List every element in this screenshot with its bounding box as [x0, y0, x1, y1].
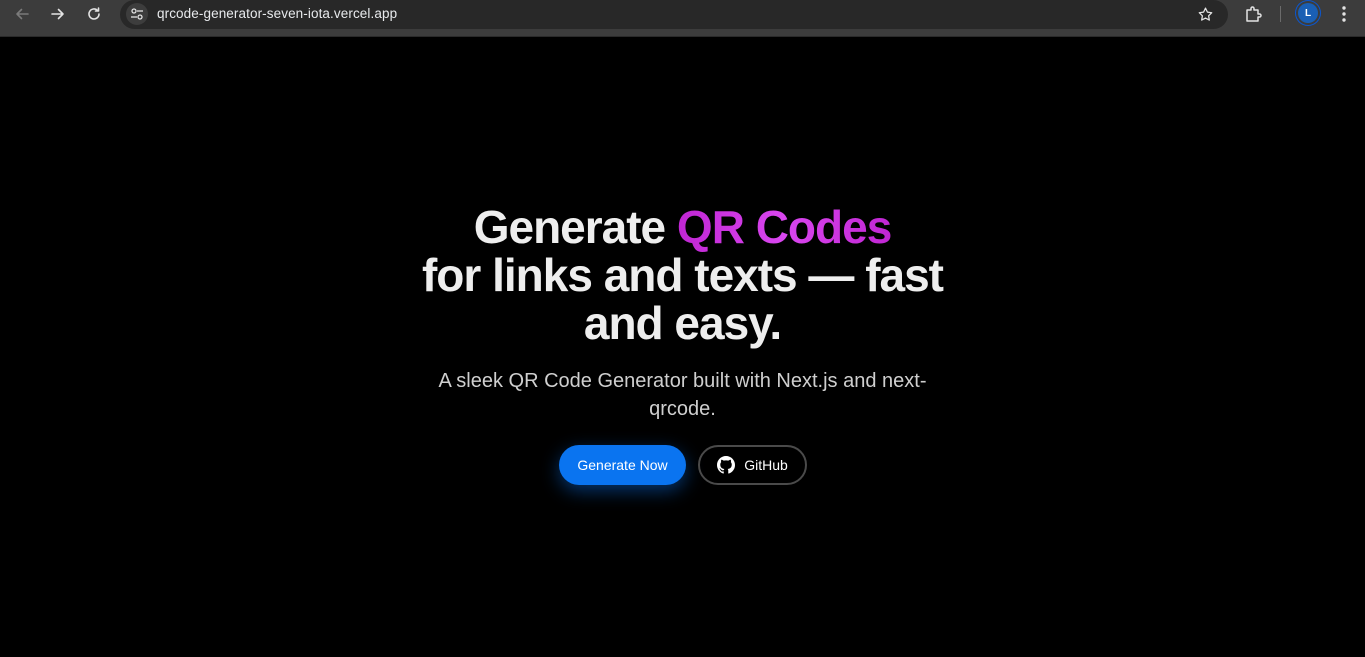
github-button[interactable]: GitHub	[698, 445, 807, 485]
headline-suffix: for links and texts — fast and easy.	[421, 249, 944, 349]
headline-prefix: Generate	[473, 201, 677, 253]
hero-subtitle: A sleek QR Code Generator built with Nex…	[438, 370, 927, 420]
hero-headline: Generate QR Codes for links and texts — …	[380, 203, 985, 347]
url-text[interactable]: qrcode-generator-seven-iota.vercel.app	[157, 6, 397, 21]
back-button[interactable]	[7, 2, 37, 26]
profile-avatar[interactable]: L	[1298, 3, 1318, 23]
headline-accent: QR Codes	[676, 201, 892, 253]
star-icon	[1198, 6, 1212, 21]
github-icon	[717, 456, 736, 474]
back-arrow-icon	[16, 8, 29, 20]
forward-arrow-icon	[51, 8, 64, 20]
generate-now-button[interactable]: Generate Now	[559, 445, 686, 485]
toolbar-divider	[1280, 6, 1281, 22]
browser-menu-button[interactable]	[1334, 4, 1354, 24]
generate-now-label: Generate Now	[577, 457, 668, 473]
address-bar[interactable]: qrcode-generator-seven-iota.vercel.app	[120, 0, 1228, 29]
extensions-button[interactable]	[1244, 4, 1264, 24]
bookmark-button[interactable]	[1196, 5, 1214, 23]
reload-button[interactable]	[79, 2, 109, 26]
github-label: GitHub	[744, 457, 788, 473]
reload-icon	[88, 7, 100, 20]
tune-icon	[131, 8, 143, 20]
forward-button[interactable]	[43, 2, 73, 26]
hero-section: Generate QR Codes for links and texts — …	[0, 37, 1365, 657]
kebab-menu-icon	[1342, 6, 1346, 22]
browser-toolbar: qrcode-generator-seven-iota.vercel.app L	[0, 0, 1365, 37]
site-info-button[interactable]	[126, 3, 148, 25]
puzzle-icon	[1246, 6, 1262, 22]
